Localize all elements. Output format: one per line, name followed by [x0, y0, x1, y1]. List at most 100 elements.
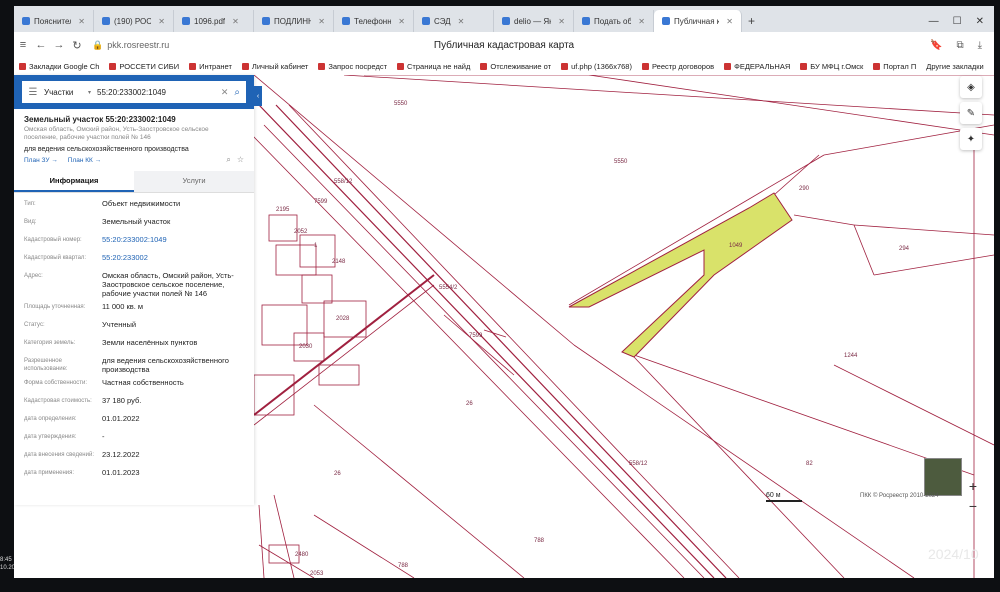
bookmark-item[interactable]: uf.php (1366x768) — [556, 62, 637, 71]
info-row: Тип: Объект недвижимости — [24, 197, 244, 215]
close-tab-icon[interactable]: ✕ — [638, 17, 645, 26]
browser-tab[interactable]: СЭД ✕ — [414, 10, 494, 32]
info-label: Адрес: — [24, 273, 43, 279]
tab-label: Подать объявление — [594, 16, 632, 26]
bookmark-item[interactable]: Страница не найд — [392, 62, 475, 71]
bookmark-icon[interactable]: 🔖 — [930, 40, 942, 51]
browser-tab[interactable]: Пояснительная зап ✕ — [14, 10, 94, 32]
address-actions: 🔖 ⧉ ⤓ — [930, 40, 994, 51]
close-tab-icon[interactable]: ✕ — [232, 17, 239, 26]
info-row: Кадастровый квартал: 55:20:233002 — [24, 251, 244, 269]
bookmark-item[interactable]: Закладки Google Ch — [14, 62, 104, 71]
close-tab-icon[interactable]: ✕ — [398, 17, 405, 26]
bookmarks-bar: Закладки Google Ch РОССЕТИ СИБИ Интранет Ли… — [14, 58, 994, 76]
plan-kk-link[interactable]: План КК → — [68, 157, 101, 164]
tab-label: delio — Яндекс нав — [514, 16, 551, 26]
tab-info[interactable]: Информация — [14, 171, 134, 192]
info-row: Площадь уточненная: 11 000 кв. м — [24, 300, 244, 318]
browser-tab[interactable]: Публичная кадаст ✕ — [654, 10, 742, 32]
info-value[interactable]: 55:20:233002:1049 — [102, 235, 244, 244]
close-tab-icon[interactable]: ✕ — [158, 17, 165, 26]
basemap-thumbnail[interactable] — [924, 458, 962, 496]
forward-icon[interactable]: → — [50, 39, 68, 51]
close-tab-icon[interactable]: ✕ — [78, 17, 85, 26]
collapse-panel-button[interactable]: ‹ — [254, 86, 262, 106]
zoom-in-icon[interactable]: + — [964, 478, 982, 494]
maximize-icon[interactable]: ☐ — [953, 16, 962, 27]
tab-strip: Пояснительная зап✕(190) РОССЕТИ СИ✕1096.… — [14, 6, 994, 32]
reload-icon[interactable]: ↻ — [68, 39, 86, 52]
bookmark-item[interactable]: Интранет — [184, 62, 237, 71]
bookmark-item[interactable]: БУ МФЦ г.Омск — [795, 62, 868, 71]
parcel-number-label: 5550 — [614, 159, 628, 165]
tab-services[interactable]: Услуги — [134, 171, 254, 192]
bookmark-favicon-icon — [800, 63, 808, 70]
bookmark-item[interactable]: Портал П — [868, 62, 921, 71]
category-select[interactable]: Участки — [44, 88, 88, 97]
info-label: дата определения: — [24, 416, 77, 422]
tab-label: Публичная кадаст — [674, 16, 719, 26]
info-row: Разрешенное использование: для ведения се… — [24, 354, 244, 376]
parcel-number-label: 1244 — [844, 353, 858, 359]
parcel-number-label: 788 — [398, 563, 409, 569]
search-bar: ☰ Участки ▾ 55:20:233002:1049 ✕ ⌕ — [14, 75, 254, 109]
browser-tab[interactable]: Телефонный справ ✕ — [334, 10, 414, 32]
browser-tab[interactable]: Подать объявление ✕ — [574, 10, 654, 32]
info-label: дата применения: — [24, 470, 75, 476]
close-tab-icon[interactable]: ✕ — [458, 17, 465, 26]
tab-label: ПОДЛИННИК — [274, 16, 311, 26]
other-bookmarks[interactable]: Другие закладки — [921, 62, 994, 71]
favicon-icon — [262, 17, 270, 25]
browser-tab[interactable]: delio — Яндекс нав ✕ — [494, 10, 574, 32]
info-label: Площадь уточненная: — [24, 304, 86, 310]
chevron-down-icon[interactable]: ▾ — [88, 89, 91, 96]
search-icon[interactable]: ⌕ — [234, 87, 240, 98]
info-label: Разрешенное использование: — [24, 358, 68, 372]
clear-icon[interactable]: ✕ — [221, 87, 229, 98]
locate-icon[interactable]: ✦ — [960, 128, 982, 150]
bookmark-item[interactable]: Отслеживание от — [475, 62, 556, 71]
zoom-to-icon[interactable]: ⌕ — [226, 155, 230, 165]
browser-tab[interactable]: 1096.pdf ✕ — [174, 10, 254, 32]
close-tab-icon[interactable]: ✕ — [726, 17, 733, 26]
search-input[interactable]: 55:20:233002:1049 — [97, 88, 221, 97]
browser-tab[interactable]: (190) РОССЕТИ СИ ✕ — [94, 10, 174, 32]
extensions-icon[interactable]: ⧉ — [956, 40, 963, 51]
close-tab-icon[interactable]: ✕ — [318, 17, 325, 26]
close-icon[interactable]: ✕ — [976, 16, 984, 27]
info-row: Кадастровый номер: 55:20:233002:1049 — [24, 233, 244, 251]
hamburger-icon[interactable]: ☰ — [22, 87, 44, 98]
plan-zu-link[interactable]: План ЗУ → — [24, 157, 58, 164]
bookmark-item[interactable]: Личный кабинет — [237, 62, 313, 71]
back-icon[interactable]: ← — [32, 39, 50, 51]
menu-icon[interactable]: ≡ — [14, 39, 32, 51]
bookmark-item[interactable]: РОССЕТИ СИБИ — [104, 62, 184, 71]
download-icon[interactable]: ⤓ — [978, 40, 982, 51]
browser-window: Пояснительная зап✕(190) РОССЕТИ СИ✕1096.… — [14, 6, 994, 578]
star-icon[interactable]: ☆ — [237, 155, 244, 165]
info-row: дата применения: 01.01.2023 — [24, 466, 244, 484]
layers-icon[interactable]: ◈ — [960, 76, 982, 98]
parcel-number-label: 7599 — [314, 199, 328, 205]
info-value: Земли населённых пунктов — [102, 338, 198, 347]
bookmark-item[interactable]: Реестр договоров — [637, 62, 719, 71]
info-row: дата внесения сведений: 23.12.2022 — [24, 448, 244, 466]
new-tab-button[interactable]: + — [742, 10, 761, 32]
bookmark-item[interactable]: Запрос посредст — [313, 62, 392, 71]
parcel-number-label: 1049 — [729, 243, 743, 249]
highlighted-parcel[interactable] — [568, 192, 793, 358]
url-field[interactable]: 🔒 pkk.rosreestr.ru — [92, 40, 169, 51]
bookmark-favicon-icon — [109, 63, 117, 70]
close-tab-icon[interactable]: ✕ — [558, 17, 565, 26]
parcel-number-label: 2195 — [276, 207, 290, 213]
browser-tab[interactable]: ПОДЛИННИК ✕ — [254, 10, 334, 32]
measure-icon[interactable]: ✎ — [960, 102, 982, 124]
zoom-out-icon[interactable]: − — [964, 498, 982, 514]
bookmark-item[interactable]: ФЕДЕРАЛЬНАЯ — [719, 62, 795, 71]
info-value[interactable]: 55:20:233002 — [102, 253, 244, 262]
minimize-icon[interactable]: — — [929, 16, 939, 27]
info-value: - — [102, 432, 105, 441]
info-row: дата утверждения: - — [24, 430, 244, 448]
parcel-number-label: 558/12 — [334, 179, 353, 185]
bookmark-favicon-icon — [19, 63, 26, 70]
